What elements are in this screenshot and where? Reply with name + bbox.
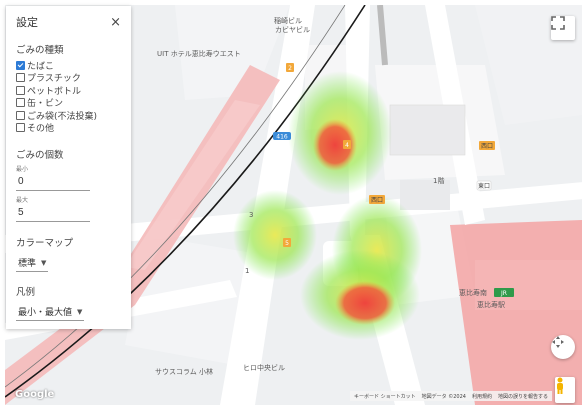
trash-type-label: ペットボトル bbox=[27, 86, 82, 97]
min-count-input[interactable] bbox=[16, 173, 90, 191]
trash-type-option[interactable]: 缶・ビン bbox=[16, 97, 121, 110]
svg-text:JR: JR bbox=[500, 290, 507, 297]
checkbox[interactable] bbox=[16, 110, 25, 120]
svg-text:4: 4 bbox=[345, 142, 349, 149]
colormap-title: カラーマップ bbox=[16, 238, 74, 249]
count-title: ごみの個数 bbox=[16, 150, 64, 161]
svg-text:東口: 東口 bbox=[478, 182, 490, 190]
settings-panel: 設定 × ごみの種類 たばこプラスチック ペットボトル 缶・ビン ごみ袋(不法投棄) そ… bbox=[6, 6, 131, 329]
svg-text:3: 3 bbox=[249, 211, 253, 219]
checkbox[interactable] bbox=[16, 123, 25, 133]
svg-text:1: 1 bbox=[245, 267, 249, 275]
panel-title: 設定 bbox=[16, 16, 38, 29]
trash-types-title: ごみの種類 bbox=[16, 45, 64, 56]
checkbox[interactable] bbox=[16, 98, 25, 108]
svg-text:カビヤビル: カビヤビル bbox=[275, 25, 310, 34]
attribution-terms[interactable]: 利用規約 bbox=[472, 393, 492, 400]
legend-select[interactable]: 最小・最大値 ▼ bbox=[16, 303, 85, 321]
fullscreen-icon bbox=[551, 16, 565, 30]
trash-type-label: 缶・ビン bbox=[27, 99, 64, 110]
chevron-down-icon: ▼ bbox=[77, 307, 83, 316]
attribution-shortcuts[interactable]: キーボード ショートカット bbox=[354, 393, 416, 400]
max-label: 最大 bbox=[16, 197, 29, 204]
svg-text:西口: 西口 bbox=[481, 143, 493, 150]
trash-type-option[interactable]: ペットボトル bbox=[16, 84, 121, 97]
svg-text:稲崎ビル: 稲崎ビル bbox=[274, 16, 302, 25]
trash-type-label: その他 bbox=[27, 124, 55, 135]
max-count-input[interactable] bbox=[16, 204, 90, 222]
google-logo: Google bbox=[15, 389, 55, 400]
colormap-select[interactable]: 標準 ▼ bbox=[16, 254, 49, 272]
trash-type-list: たばこプラスチック ペットボトル 缶・ビン ごみ袋(不法投棄) その他 bbox=[16, 59, 121, 134]
trash-type-option[interactable]: ごみ袋(不法投棄) bbox=[16, 109, 121, 122]
svg-text:恵比寿駅: 恵比寿駅 bbox=[477, 300, 505, 309]
svg-text:5: 5 bbox=[285, 240, 289, 247]
trash-type-option[interactable]: その他 bbox=[16, 122, 121, 135]
svg-text:416: 416 bbox=[276, 134, 288, 141]
camera-control-icon bbox=[552, 336, 564, 348]
trash-type-option[interactable]: たばこ bbox=[16, 59, 121, 72]
attribution-report[interactable]: 地図の誤りを報告する bbox=[498, 393, 548, 400]
checkbox[interactable] bbox=[16, 60, 25, 70]
svg-text:UIT ホテル恵比寿ウエスト: UIT ホテル恵比寿ウエスト bbox=[157, 49, 241, 58]
panel-header: 設定 × bbox=[16, 14, 121, 30]
trash-type-option[interactable]: プラスチック bbox=[16, 72, 121, 85]
checkbox[interactable] bbox=[16, 73, 25, 83]
close-icon[interactable]: × bbox=[110, 16, 121, 29]
camera-control-button[interactable] bbox=[551, 335, 575, 359]
svg-text:サウスコラム 小林: サウスコラム 小林 bbox=[155, 367, 213, 376]
svg-text:2: 2 bbox=[288, 65, 292, 72]
legend-value: 最小・最大値 bbox=[18, 308, 73, 318]
colormap-value: 標準 bbox=[18, 259, 37, 269]
attribution-mapdata: 地図データ ©2024 bbox=[421, 393, 466, 400]
checkbox[interactable] bbox=[16, 85, 25, 95]
svg-text:西口: 西口 bbox=[371, 197, 383, 204]
map-attribution: キーボード ショートカット 地図データ ©2024 利用規約 地図の誤りを報告す… bbox=[350, 391, 552, 401]
fullscreen-button[interactable] bbox=[551, 16, 575, 40]
min-label: 最小 bbox=[16, 166, 29, 173]
trash-type-label: ごみ袋(不法投棄) bbox=[27, 111, 98, 122]
trash-type-label: プラスチック bbox=[27, 74, 81, 85]
svg-text:ヒロ中央ビル: ヒロ中央ビル bbox=[243, 363, 285, 372]
svg-text:1階: 1階 bbox=[433, 176, 444, 185]
trash-type-label: たばこ bbox=[27, 61, 55, 72]
pegman-icon bbox=[557, 377, 563, 394]
chevron-down-icon: ▼ bbox=[41, 258, 47, 267]
street-view-pegman[interactable] bbox=[555, 377, 575, 403]
heatmap-hotspot-south bbox=[335, 281, 395, 325]
legend-title: 凡例 bbox=[16, 287, 36, 298]
svg-text:恵比寿南: 恵比寿南 bbox=[459, 288, 487, 297]
